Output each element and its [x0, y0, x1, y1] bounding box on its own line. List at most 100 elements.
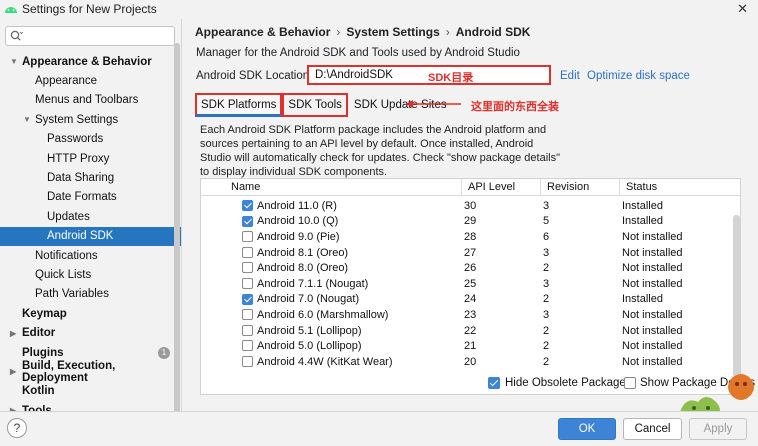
package-checkbox[interactable]: [242, 293, 253, 305]
table-row[interactable]: Android 7.0 (Nougat) 24 2 Installed: [201, 292, 740, 308]
package-checkbox[interactable]: [242, 262, 253, 274]
sidebar-item-label: Appearance: [35, 74, 98, 87]
cancel-button[interactable]: Cancel: [623, 418, 682, 440]
sidebar-item[interactable]: Path Variables: [0, 285, 181, 304]
package-name: Android 5.1 (Lollipop): [257, 324, 362, 337]
sidebar-item-label: Android SDK: [47, 230, 114, 243]
search-input[interactable]: [26, 28, 171, 44]
table-row[interactable]: Android 11.0 (R) 30 3 Installed: [201, 198, 740, 214]
tab-sdk-platforms[interactable]: SDK Platforms: [195, 93, 283, 117]
sidebar-item[interactable]: Notifications: [0, 246, 181, 265]
show-package-details-checkbox[interactable]: [624, 377, 636, 389]
api-level: 24: [464, 293, 477, 306]
column-header-revision[interactable]: Revision: [547, 181, 589, 193]
sidebar-item[interactable]: Menus and Toolbars: [0, 91, 181, 110]
sidebar-item[interactable]: HTTP Proxy: [0, 149, 181, 168]
package-checkbox[interactable]: [242, 246, 253, 258]
sdk-platforms-table: Name API Level Revision Status Android 1…: [200, 178, 741, 395]
tab-sdk-tools[interactable]: SDK Tools: [282, 93, 348, 117]
sidebar-item[interactable]: Kotlin: [0, 382, 181, 401]
search-box[interactable]: [5, 26, 175, 46]
package-name: Android 6.0 (Marshmallow): [257, 308, 389, 321]
sidebar-item[interactable]: Updates: [0, 207, 181, 226]
package-checkbox[interactable]: [242, 324, 253, 336]
install-status: Installed: [622, 199, 663, 212]
sidebar-item[interactable]: Appearance: [0, 71, 181, 90]
install-status: Not installed: [622, 230, 683, 243]
api-level: 23: [464, 308, 477, 321]
table-row[interactable]: Android 7.1.1 (Nougat) 25 3 Not installed: [201, 276, 740, 292]
install-status: Not installed: [622, 246, 683, 259]
package-checkbox[interactable]: [242, 215, 253, 227]
package-name: Android 10.0 (Q): [257, 215, 339, 228]
sidebar-item[interactable]: Passwords: [0, 130, 181, 149]
table-row[interactable]: Android 10.0 (Q) 29 5 Installed: [201, 214, 740, 230]
sidebar-item[interactable]: Keymap: [0, 304, 181, 323]
dialog-footer: ? OK Cancel Apply: [0, 411, 758, 446]
sidebar-item[interactable]: Data Sharing: [0, 168, 181, 187]
table-row[interactable]: Android 4.4W (KitKat Wear) 20 2 Not install…: [201, 354, 740, 370]
hide-obsolete-label[interactable]: Hide Obsolete Packages: [505, 377, 632, 389]
package-checkbox[interactable]: [242, 356, 253, 367]
expand-arrow-icon[interactable]: ▼: [10, 57, 18, 66]
revision: 2: [543, 293, 550, 306]
collapse-arrow-icon[interactable]: ▶: [10, 329, 16, 338]
package-checkbox[interactable]: [242, 340, 253, 352]
expand-arrow-icon[interactable]: ▼: [23, 115, 31, 124]
package-checkbox[interactable]: [242, 231, 253, 243]
annotation-arrow-icon: [406, 100, 461, 108]
hide-obsolete-checkbox[interactable]: [488, 377, 500, 389]
breadcrumb-item: System Settings: [346, 25, 440, 39]
package-name: Android 8.1 (Oreo): [257, 246, 349, 259]
sidebar-item-label: Data Sharing: [47, 171, 115, 184]
edit-link[interactable]: Edit: [560, 70, 580, 82]
table-row[interactable]: Android 8.0 (Oreo) 26 2 Not installed: [201, 260, 740, 276]
search-icon: [10, 30, 23, 41]
sidebar-scrollbar[interactable]: [174, 43, 180, 411]
table-row[interactable]: Android 8.1 (Oreo) 27 3 Not installed: [201, 245, 740, 261]
sidebar-item[interactable]: ▶ Build, Execution, Deployment: [0, 359, 181, 384]
sidebar-item-label: Updates: [47, 210, 90, 223]
sidebar-item[interactable]: ▶ Tools: [0, 401, 181, 411]
apply-button[interactable]: Apply: [689, 418, 747, 440]
platforms-description: Each Android SDK Platform package includ…: [200, 124, 560, 178]
ok-button[interactable]: OK: [558, 418, 616, 440]
optimize-disk-space-link[interactable]: Optimize disk space: [587, 70, 690, 82]
breadcrumb-separator: ›: [445, 25, 450, 39]
table-scrollbar[interactable]: [733, 215, 740, 377]
close-icon[interactable]: ✕: [737, 1, 748, 17]
sidebar-item-label: HTTP Proxy: [47, 152, 110, 165]
collapse-arrow-icon[interactable]: ▶: [10, 367, 16, 376]
install-status: Not installed: [622, 262, 683, 275]
column-header-name[interactable]: Name: [231, 181, 260, 193]
settings-sidebar: ▼ Appearance & Behavior Appearance Menus an…: [0, 19, 182, 411]
package-checkbox[interactable]: [242, 200, 253, 211]
api-level: 26: [464, 262, 477, 275]
column-header-status[interactable]: Status: [626, 181, 657, 193]
main-panel: Appearance & Behavior › System Settings …: [183, 19, 758, 411]
table-row[interactable]: Android 9.0 (Pie) 28 6 Not installed: [201, 229, 740, 245]
sidebar-item[interactable]: ▶ Editor: [0, 324, 181, 343]
table-row[interactable]: Android 5.1 (Lollipop) 22 2 Not installed: [201, 323, 740, 339]
sidebar-item-label: Build, Execution, Deployment: [22, 359, 116, 384]
sidebar-item-label: Quick Lists: [35, 268, 92, 281]
api-level: 22: [464, 324, 477, 337]
package-name: Android 8.0 (Oreo): [257, 262, 349, 275]
sidebar-item[interactable]: Android SDK: [0, 226, 181, 246]
sidebar-item[interactable]: ▼ System Settings: [0, 110, 181, 129]
sidebar-item-label: System Settings: [35, 113, 119, 126]
column-divider: [619, 179, 620, 196]
package-checkbox[interactable]: [242, 278, 253, 289]
revision: 2: [543, 340, 550, 353]
breadcrumb: Appearance & Behavior › System Settings …: [195, 25, 530, 39]
table-row[interactable]: Android 5.0 (Lollipop) 21 2 Not installed: [201, 338, 740, 354]
sidebar-item[interactable]: Date Formats: [0, 188, 181, 207]
package-name: Android 11.0 (R): [257, 199, 337, 212]
table-row[interactable]: Android 6.0 (Marshmallow) 23 3 Not installe…: [201, 307, 740, 323]
column-header-api-level[interactable]: API Level: [468, 181, 515, 193]
sidebar-item[interactable]: ▼ Appearance & Behavior: [0, 52, 181, 71]
package-checkbox[interactable]: [242, 309, 253, 321]
help-button[interactable]: ?: [7, 418, 27, 438]
sidebar-item[interactable]: Quick Lists: [0, 265, 181, 284]
package-name: Android 4.4W (KitKat Wear): [257, 355, 393, 368]
